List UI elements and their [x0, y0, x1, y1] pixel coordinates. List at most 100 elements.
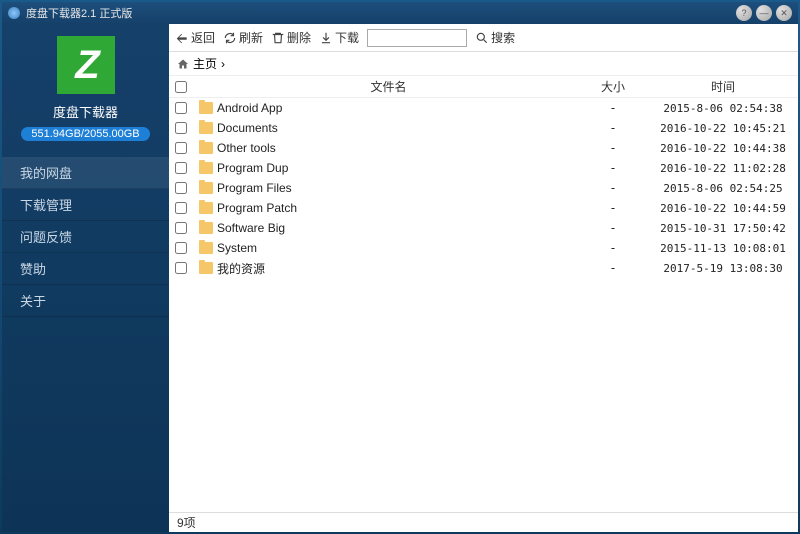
search-icon: [475, 31, 489, 45]
search-input[interactable]: [367, 29, 467, 47]
file-time-cell: 2015-10-31 17:50:42: [648, 222, 798, 235]
row-checkbox[interactable]: [169, 102, 193, 114]
row-checkbox[interactable]: [169, 122, 193, 134]
file-size-cell: -: [578, 221, 648, 235]
status-count: 9项: [177, 514, 196, 531]
nav-label: 问题反馈: [20, 227, 72, 246]
help-button[interactable]: ?: [736, 5, 752, 21]
row-checkbox[interactable]: [169, 182, 193, 194]
folder-icon: [199, 222, 213, 234]
folder-icon: [199, 182, 213, 194]
download-label: 下载: [335, 29, 359, 46]
file-name-label: Software Big: [217, 221, 285, 235]
file-name-cell: Other tools: [193, 141, 578, 155]
row-checkbox[interactable]: [169, 262, 193, 274]
file-time-cell: 2016-10-22 10:45:21: [648, 122, 798, 135]
col-header-name[interactable]: 文件名: [193, 78, 578, 95]
file-time-cell: 2015-8-06 02:54:38: [648, 102, 798, 115]
folder-icon: [199, 162, 213, 174]
file-size-cell: -: [578, 161, 648, 175]
nav-label: 我的网盘: [20, 163, 72, 182]
download-button[interactable]: 下载: [319, 29, 359, 46]
file-name-label: Program Files: [217, 181, 292, 195]
file-row[interactable]: Documents-2016-10-22 10:45:21: [169, 118, 798, 138]
refresh-button[interactable]: 刷新: [223, 29, 263, 46]
folder-icon: [199, 202, 213, 214]
row-checkbox[interactable]: [169, 242, 193, 254]
file-time-cell: 2016-10-22 10:44:59: [648, 202, 798, 215]
folder-icon: [199, 122, 213, 134]
file-name-label: Other tools: [217, 141, 276, 155]
file-row[interactable]: 我的资源-2017-5-19 13:08:30: [169, 258, 798, 278]
sidebar: Z 度盘下载器 551.94GB/2055.00GB 我的网盘 下载管理 问题反…: [2, 24, 169, 532]
file-size-cell: -: [578, 121, 648, 135]
file-row[interactable]: System-2015-11-13 10:08:01: [169, 238, 798, 258]
nav-label: 赞助: [20, 259, 46, 278]
back-label: 返回: [191, 29, 215, 46]
nav-donate[interactable]: 赞助: [2, 253, 169, 285]
folder-icon: [199, 262, 213, 274]
file-time-cell: 2016-10-22 11:02:28: [648, 162, 798, 175]
window-title: 度盘下载器2.1 正式版: [26, 5, 132, 21]
file-size-cell: -: [578, 241, 648, 255]
row-checkbox[interactable]: [169, 222, 193, 234]
file-row[interactable]: Software Big -2015-10-31 17:50:42: [169, 218, 798, 238]
search-button[interactable]: 搜索: [475, 29, 515, 46]
file-name-cell: 我的资源: [193, 260, 578, 277]
close-button[interactable]: ✕: [776, 5, 792, 21]
file-name-cell: Program Patch: [193, 201, 578, 215]
statusbar: 9项: [169, 512, 798, 532]
file-name-cell: Program Files: [193, 181, 578, 195]
file-name-label: Program Dup: [217, 161, 288, 175]
file-row[interactable]: Other tools-2016-10-22 10:44:38: [169, 138, 798, 158]
nav-about[interactable]: 关于: [2, 285, 169, 317]
titlebar: 度盘下载器2.1 正式版 ? — ✕: [2, 2, 798, 24]
select-all-checkbox[interactable]: [169, 81, 193, 93]
delete-button[interactable]: 删除: [271, 29, 311, 46]
nav-download-manager[interactable]: 下载管理: [2, 189, 169, 221]
app-logo: Z: [57, 36, 115, 94]
chevron-right-icon: ›: [221, 57, 225, 71]
delete-label: 删除: [287, 29, 311, 46]
toolbar: 返回 刷新 删除 下载 搜索: [169, 24, 798, 52]
back-button[interactable]: 返回: [175, 29, 215, 46]
trash-icon: [271, 31, 285, 45]
minimize-button[interactable]: —: [756, 5, 772, 21]
file-size-cell: -: [578, 181, 648, 195]
file-row[interactable]: Program Patch-2016-10-22 10:44:59: [169, 198, 798, 218]
search-label: 搜索: [491, 29, 515, 46]
file-name-cell: Software Big: [193, 221, 578, 235]
refresh-icon: [223, 31, 237, 45]
home-icon: [177, 58, 189, 70]
table-header: 文件名 大小 时间: [169, 76, 798, 98]
app-window: 度盘下载器2.1 正式版 ? — ✕ Z 度盘下载器 551.94GB/2055…: [2, 2, 798, 532]
file-row[interactable]: Program Dup -2016-10-22 11:02:28: [169, 158, 798, 178]
file-time-cell: 2017-5-19 13:08:30: [648, 262, 798, 275]
file-name-cell: Program Dup: [193, 161, 578, 175]
row-checkbox[interactable]: [169, 162, 193, 174]
row-checkbox[interactable]: [169, 202, 193, 214]
main-panel: 返回 刷新 删除 下载 搜索: [169, 24, 798, 532]
file-name-label: 我的资源: [217, 260, 265, 277]
nav-label: 关于: [20, 291, 46, 310]
nav-feedback[interactable]: 问题反馈: [2, 221, 169, 253]
file-row[interactable]: Program Files -2015-8-06 02:54:25: [169, 178, 798, 198]
row-checkbox[interactable]: [169, 142, 193, 154]
folder-icon: [199, 242, 213, 254]
folder-icon: [199, 142, 213, 154]
folder-icon: [199, 102, 213, 114]
sidebar-nav: 我的网盘 下载管理 问题反馈 赞助 关于: [2, 157, 169, 317]
file-list: Android App-2015-8-06 02:54:38Documents-…: [169, 98, 798, 512]
breadcrumb: 主页 ›: [169, 52, 798, 76]
breadcrumb-home[interactable]: 主页: [193, 55, 217, 72]
col-header-size[interactable]: 大小: [578, 78, 648, 95]
file-time-cell: 2016-10-22 10:44:38: [648, 142, 798, 155]
sidebar-header: Z 度盘下载器 551.94GB/2055.00GB: [2, 24, 169, 149]
file-time-cell: 2015-8-06 02:54:25: [648, 182, 798, 195]
file-name-cell: Documents: [193, 121, 578, 135]
col-header-time[interactable]: 时间: [648, 78, 798, 95]
file-name-label: Program Patch: [217, 201, 297, 215]
nav-my-disk[interactable]: 我的网盘: [2, 157, 169, 189]
download-icon: [319, 31, 333, 45]
file-row[interactable]: Android App-2015-8-06 02:54:38: [169, 98, 798, 118]
